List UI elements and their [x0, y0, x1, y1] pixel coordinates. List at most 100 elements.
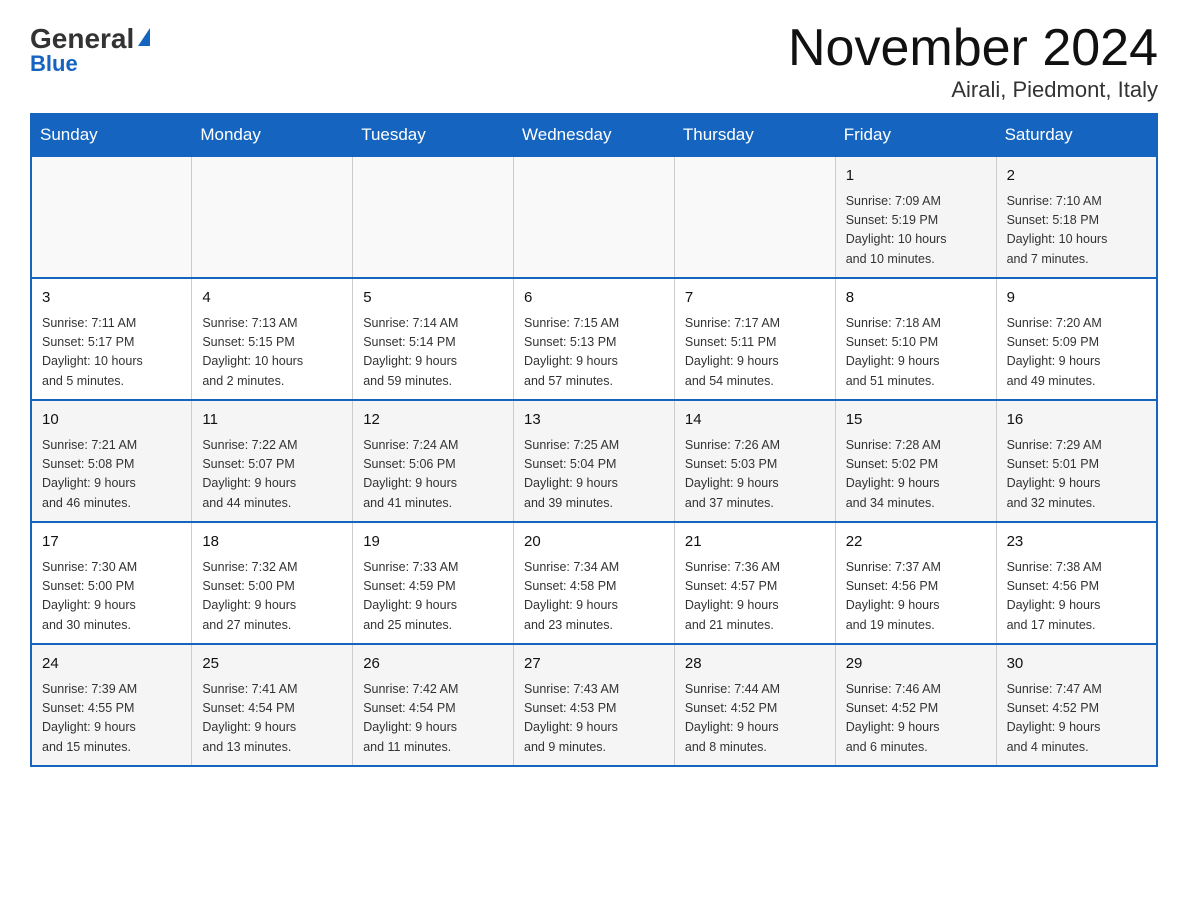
logo-general: General [30, 25, 134, 53]
calendar-cell: 11Sunrise: 7:22 AM Sunset: 5:07 PM Dayli… [192, 400, 353, 522]
calendar-cell: 27 Sunrise: 7:43 AM Sunset: 4:53 PM Dayli… [514, 644, 675, 766]
calendar-cell: 20 Sunrise: 7:34 AM Sunset: 4:58 PM Dayli… [514, 522, 675, 644]
calendar-cell: 17 Sunrise: 7:30 AM Sunset: 5:00 PM Dayli… [31, 522, 192, 644]
calendar-cell: 14 Sunrise: 7:26 AM Sunset: 5:03 PM Dayli… [674, 400, 835, 522]
day-number: 6 [524, 287, 664, 310]
day-number: 17 [42, 531, 181, 554]
calendar-cell [514, 156, 675, 278]
day-number: 25 [202, 653, 342, 676]
day-number: 30 [1007, 653, 1146, 676]
day-number: 16 [1007, 409, 1146, 432]
day-number: 15 [846, 409, 986, 432]
day-number: 22 [846, 531, 986, 554]
day-info: Sunrise: 7:24 AM Sunset: 5:06 PM Dayligh… [363, 436, 503, 514]
weekday-header-monday: Monday [192, 114, 353, 156]
calendar-week-row: 1Sunrise: 7:09 AM Sunset: 5:19 PM Daylig… [31, 156, 1157, 278]
day-number: 14 [685, 409, 825, 432]
calendar-cell: 30 Sunrise: 7:47 AM Sunset: 4:52 PM Dayli… [996, 644, 1157, 766]
day-number: 28 [685, 653, 825, 676]
day-number: 20 [524, 531, 664, 554]
day-info: Sunrise: 7:30 AM Sunset: 5:00 PM Dayligh… [42, 558, 181, 636]
month-title: November 2024 [788, 20, 1158, 77]
logo-triangle-icon [138, 28, 150, 46]
calendar-cell: 9Sunrise: 7:20 AM Sunset: 5:09 PM Daylig… [996, 278, 1157, 400]
day-info: Sunrise: 7:21 AM Sunset: 5:08 PM Dayligh… [42, 436, 181, 514]
day-info: Sunrise: 7:29 AM Sunset: 5:01 PM Dayligh… [1007, 436, 1146, 514]
calendar-table: SundayMondayTuesdayWednesdayThursdayFrid… [30, 113, 1158, 767]
day-number: 5 [363, 287, 503, 310]
day-number: 1 [846, 165, 986, 188]
calendar-cell: 25 Sunrise: 7:41 AM Sunset: 4:54 PM Dayli… [192, 644, 353, 766]
day-info: Sunrise: 7:43 AM Sunset: 4:53 PM Dayligh… [524, 680, 664, 758]
calendar-cell: 15 Sunrise: 7:28 AM Sunset: 5:02 PM Dayli… [835, 400, 996, 522]
day-number: 7 [685, 287, 825, 310]
day-info: Sunrise: 7:36 AM Sunset: 4:57 PM Dayligh… [685, 558, 825, 636]
day-number: 19 [363, 531, 503, 554]
day-info: Sunrise: 7:38 AM Sunset: 4:56 PM Dayligh… [1007, 558, 1146, 636]
day-info: Sunrise: 7:22 AM Sunset: 5:07 PM Dayligh… [202, 436, 342, 514]
day-info: Sunrise: 7:15 AM Sunset: 5:13 PM Dayligh… [524, 314, 664, 392]
calendar-cell: 4 Sunrise: 7:13 AM Sunset: 5:15 PM Daylig… [192, 278, 353, 400]
location-title: Airali, Piedmont, Italy [788, 77, 1158, 103]
day-info: Sunrise: 7:41 AM Sunset: 4:54 PM Dayligh… [202, 680, 342, 758]
calendar-cell: 28 Sunrise: 7:44 AM Sunset: 4:52 PM Dayli… [674, 644, 835, 766]
day-number: 8 [846, 287, 986, 310]
calendar-cell: 19 Sunrise: 7:33 AM Sunset: 4:59 PM Dayli… [353, 522, 514, 644]
calendar-cell: 18 Sunrise: 7:32 AM Sunset: 5:00 PM Dayli… [192, 522, 353, 644]
calendar-cell: 3Sunrise: 7:11 AM Sunset: 5:17 PM Daylig… [31, 278, 192, 400]
day-number: 12 [363, 409, 503, 432]
weekday-header-thursday: Thursday [674, 114, 835, 156]
weekday-header-tuesday: Tuesday [353, 114, 514, 156]
day-info: Sunrise: 7:26 AM Sunset: 5:03 PM Dayligh… [685, 436, 825, 514]
day-number: 27 [524, 653, 664, 676]
calendar-cell: 22Sunrise: 7:37 AM Sunset: 4:56 PM Dayli… [835, 522, 996, 644]
day-number: 2 [1007, 165, 1146, 188]
day-info: Sunrise: 7:32 AM Sunset: 5:00 PM Dayligh… [202, 558, 342, 636]
day-info: Sunrise: 7:25 AM Sunset: 5:04 PM Dayligh… [524, 436, 664, 514]
calendar-week-row: 17 Sunrise: 7:30 AM Sunset: 5:00 PM Dayli… [31, 522, 1157, 644]
calendar-cell: 16 Sunrise: 7:29 AM Sunset: 5:01 PM Dayli… [996, 400, 1157, 522]
calendar-cell: 2 Sunrise: 7:10 AM Sunset: 5:18 PM Daylig… [996, 156, 1157, 278]
day-info: Sunrise: 7:46 AM Sunset: 4:52 PM Dayligh… [846, 680, 986, 758]
weekday-header-friday: Friday [835, 114, 996, 156]
calendar-cell [192, 156, 353, 278]
day-info: Sunrise: 7:18 AM Sunset: 5:10 PM Dayligh… [846, 314, 986, 392]
calendar-cell: 23Sunrise: 7:38 AM Sunset: 4:56 PM Dayli… [996, 522, 1157, 644]
day-info: Sunrise: 7:13 AM Sunset: 5:15 PM Dayligh… [202, 314, 342, 392]
day-number: 26 [363, 653, 503, 676]
calendar-cell [674, 156, 835, 278]
day-info: Sunrise: 7:42 AM Sunset: 4:54 PM Dayligh… [363, 680, 503, 758]
calendar-cell: 12 Sunrise: 7:24 AM Sunset: 5:06 PM Dayli… [353, 400, 514, 522]
day-number: 24 [42, 653, 181, 676]
day-info: Sunrise: 7:33 AM Sunset: 4:59 PM Dayligh… [363, 558, 503, 636]
weekday-header-wednesday: Wednesday [514, 114, 675, 156]
calendar-cell: 29 Sunrise: 7:46 AM Sunset: 4:52 PM Dayli… [835, 644, 996, 766]
calendar-cell: 13Sunrise: 7:25 AM Sunset: 5:04 PM Dayli… [514, 400, 675, 522]
calendar-cell: 1Sunrise: 7:09 AM Sunset: 5:19 PM Daylig… [835, 156, 996, 278]
day-info: Sunrise: 7:14 AM Sunset: 5:14 PM Dayligh… [363, 314, 503, 392]
day-number: 3 [42, 287, 181, 310]
day-info: Sunrise: 7:47 AM Sunset: 4:52 PM Dayligh… [1007, 680, 1146, 758]
day-number: 10 [42, 409, 181, 432]
calendar-week-row: 24 Sunrise: 7:39 AM Sunset: 4:55 PM Dayli… [31, 644, 1157, 766]
calendar-week-row: 10 Sunrise: 7:21 AM Sunset: 5:08 PM Dayli… [31, 400, 1157, 522]
day-info: Sunrise: 7:39 AM Sunset: 4:55 PM Dayligh… [42, 680, 181, 758]
calendar-cell: 21 Sunrise: 7:36 AM Sunset: 4:57 PM Dayli… [674, 522, 835, 644]
weekday-header-saturday: Saturday [996, 114, 1157, 156]
day-number: 21 [685, 531, 825, 554]
day-number: 29 [846, 653, 986, 676]
day-info: Sunrise: 7:34 AM Sunset: 4:58 PM Dayligh… [524, 558, 664, 636]
day-number: 4 [202, 287, 342, 310]
day-info: Sunrise: 7:44 AM Sunset: 4:52 PM Dayligh… [685, 680, 825, 758]
title-block: November 2024 Airali, Piedmont, Italy [788, 20, 1158, 103]
day-number: 9 [1007, 287, 1146, 310]
header: General Blue November 2024 Airali, Piedm… [30, 20, 1158, 103]
calendar-cell [353, 156, 514, 278]
calendar-cell: 6 Sunrise: 7:15 AM Sunset: 5:13 PM Daylig… [514, 278, 675, 400]
day-info: Sunrise: 7:10 AM Sunset: 5:18 PM Dayligh… [1007, 192, 1146, 270]
calendar-cell: 5 Sunrise: 7:14 AM Sunset: 5:14 PM Daylig… [353, 278, 514, 400]
day-info: Sunrise: 7:28 AM Sunset: 5:02 PM Dayligh… [846, 436, 986, 514]
day-number: 18 [202, 531, 342, 554]
weekday-header-row: SundayMondayTuesdayWednesdayThursdayFrid… [31, 114, 1157, 156]
calendar-cell: 8 Sunrise: 7:18 AM Sunset: 5:10 PM Daylig… [835, 278, 996, 400]
